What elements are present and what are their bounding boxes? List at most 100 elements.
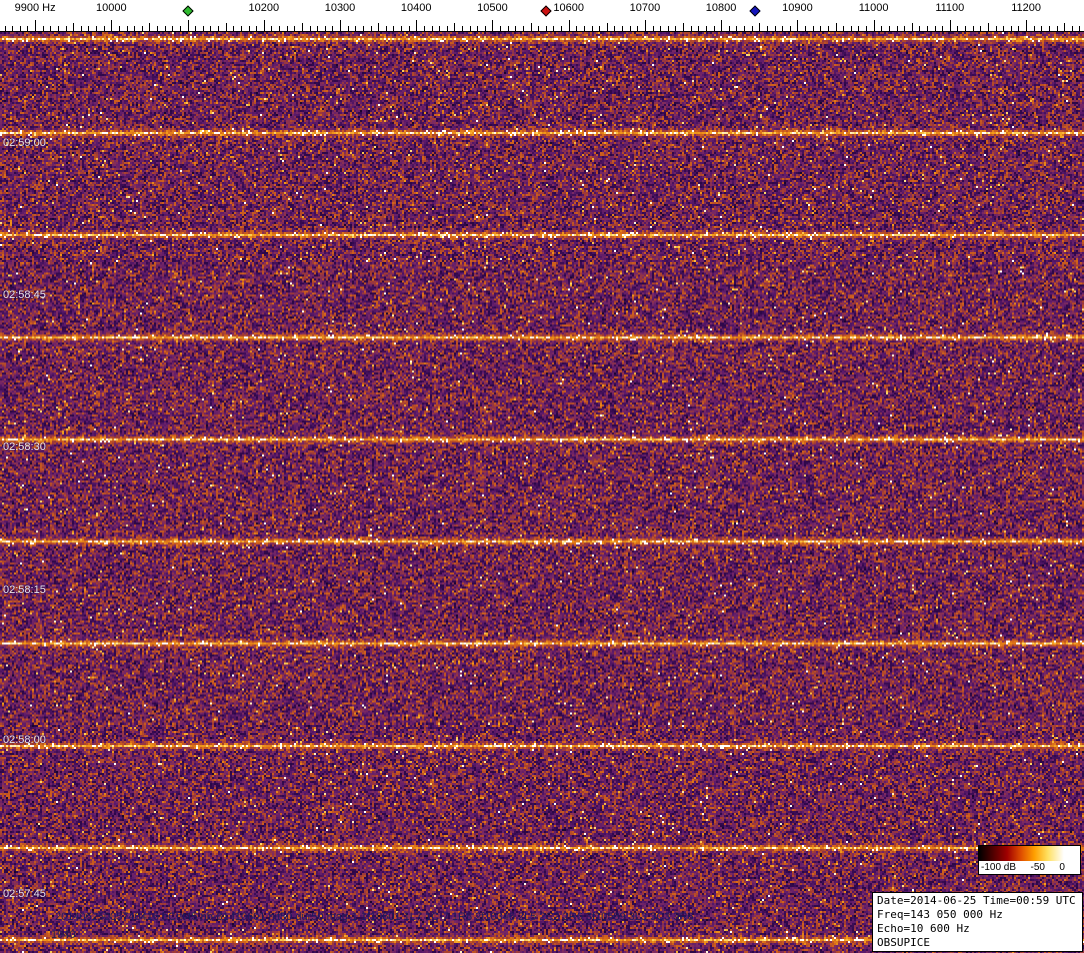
freq-tick: [775, 26, 776, 31]
freq-tick: [218, 26, 219, 31]
freq-tick: [416, 20, 417, 31]
freq-tick: [157, 26, 158, 31]
freq-tick: [287, 26, 288, 31]
freq-tick: [58, 26, 59, 31]
freq-tick: [698, 26, 699, 31]
freq-tick: [454, 23, 455, 31]
freq-tick: [485, 26, 486, 31]
freq-tick: [378, 23, 379, 31]
freq-axis-label: 10600: [553, 2, 584, 14]
freq-tick: [134, 26, 135, 31]
freq-tick: [1018, 26, 1019, 31]
freq-tick: [363, 26, 364, 31]
freq-tick: [980, 26, 981, 31]
freq-tick: [759, 23, 760, 31]
freq-tick: [996, 26, 997, 31]
freq-tick: [188, 20, 189, 31]
freq-tick: [386, 26, 387, 31]
spectrogram-waterfall: [0, 32, 1084, 953]
freq-tick: [1034, 26, 1035, 31]
freq-tick: [813, 26, 814, 31]
detection-status-line: 20140625005740416 hCnt45 nb-81 f10601 hi…: [55, 911, 694, 923]
freq-tick: [576, 26, 577, 31]
freq-tick: [317, 26, 318, 31]
time-label: 02:58:30: [3, 441, 46, 453]
freq-tick: [912, 23, 913, 31]
freq-marker-green-diamond[interactable]: [182, 5, 193, 16]
db-min-label: -100 dB: [981, 862, 1016, 873]
freq-tick: [195, 26, 196, 31]
freq-axis-label: 10500: [477, 2, 508, 14]
info-date-line: Date=2014-06-25 Time=00:59 UTC: [877, 894, 1078, 908]
freq-tick: [279, 26, 280, 31]
freq-tick: [43, 26, 44, 31]
freq-tick: [325, 26, 326, 31]
freq-tick: [683, 23, 684, 31]
freq-tick: [447, 26, 448, 31]
freq-tick: [1003, 26, 1004, 31]
freq-tick: [637, 26, 638, 31]
freq-tick: [12, 26, 13, 31]
freq-tick: [1079, 26, 1080, 31]
db-max-label: 0: [1059, 862, 1065, 873]
freq-tick: [584, 26, 585, 31]
freq-tick: [881, 26, 882, 31]
freq-tick: [20, 26, 21, 31]
freq-tick: [927, 26, 928, 31]
observation-info-box: Date=2014-06-25 Time=00:59 UTC Freq=143 …: [872, 892, 1083, 952]
freq-tick: [515, 26, 516, 31]
freq-marker-red-diamond[interactable]: [540, 5, 551, 16]
freq-axis-label: 11200: [1011, 2, 1041, 14]
freq-tick: [310, 26, 311, 31]
freq-tick: [165, 26, 166, 31]
time-label: 02:58:00: [3, 734, 46, 746]
freq-tick: [241, 26, 242, 31]
freq-tick: [401, 26, 402, 31]
freq-tick: [904, 26, 905, 31]
freq-tick: [119, 26, 120, 31]
freq-tick: [531, 23, 532, 31]
freq-tick: [957, 26, 958, 31]
freq-tick: [942, 26, 943, 31]
freq-marker-blue-diamond[interactable]: [750, 5, 761, 16]
freq-tick: [782, 26, 783, 31]
db-mid-label: -50: [1031, 862, 1045, 873]
freq-tick: [858, 26, 859, 31]
freq-tick: [973, 26, 974, 31]
info-freq-line: Freq=143 050 000 Hz: [877, 908, 1078, 922]
freq-axis-label: 10700: [630, 2, 661, 14]
time-label: 02:58:15: [3, 584, 46, 596]
freq-tick: [889, 26, 890, 31]
freq-tick: [935, 26, 936, 31]
time-label: 02:57:45: [3, 888, 46, 900]
freq-tick: [607, 23, 608, 31]
freq-tick: [492, 20, 493, 31]
freq-tick: [592, 26, 593, 31]
freq-tick: [355, 26, 356, 31]
freq-tick: [104, 26, 105, 31]
freq-tick: [500, 26, 501, 31]
freq-tick: [538, 26, 539, 31]
freq-tick: [256, 26, 257, 31]
freq-tick: [706, 26, 707, 31]
db-color-scale: -100 dB -50 0: [978, 845, 1081, 875]
freq-tick: [714, 26, 715, 31]
freq-tick: [767, 26, 768, 31]
freq-tick: [371, 26, 372, 31]
freq-tick: [1057, 26, 1058, 31]
freq-tick: [439, 26, 440, 31]
freq-tick: [553, 26, 554, 31]
freq-tick: [462, 26, 463, 31]
freq-tick: [805, 26, 806, 31]
freq-tick: [142, 26, 143, 31]
freq-tick: [653, 26, 654, 31]
freq-tick: [752, 26, 753, 31]
freq-tick: [508, 26, 509, 31]
freq-tick: [5, 26, 6, 31]
freq-tick: [668, 26, 669, 31]
freq-axis-label: 11000: [859, 2, 889, 14]
db-gradient-bar: [979, 846, 1080, 861]
freq-axis-label: 10900: [782, 2, 813, 14]
freq-tick: [836, 23, 837, 31]
freq-axis-label: 10000: [96, 2, 127, 14]
